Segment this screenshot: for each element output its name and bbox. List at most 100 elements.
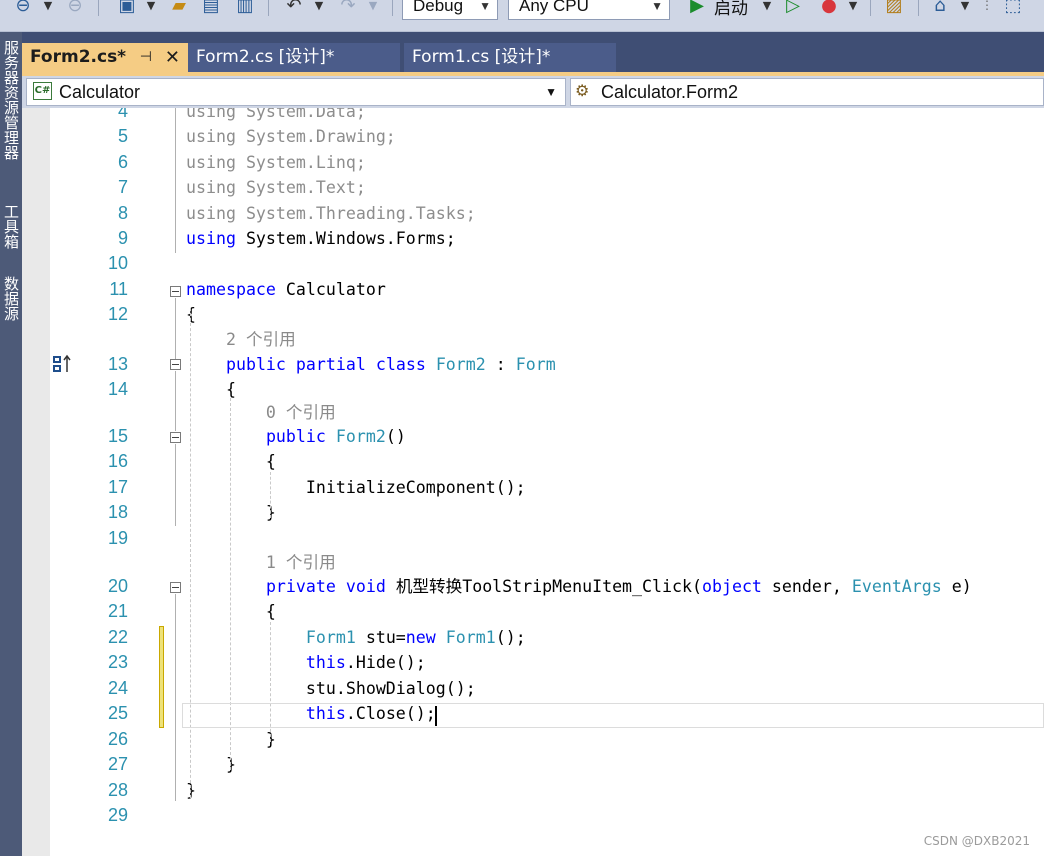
- code-text: {: [186, 377, 236, 402]
- collapse-constructor-icon[interactable]: [170, 432, 181, 443]
- back-dropdown-icon[interactable]: ▼: [40, 0, 56, 18]
- line-number: 8: [117, 203, 128, 223]
- code-token: using System.Linq;: [186, 153, 366, 172]
- redo-icon[interactable]: ↷: [334, 0, 362, 18]
- code-text: using System.Threading.Tasks;: [186, 201, 476, 226]
- hot-reload-dropdown-icon[interactable]: ▼: [846, 0, 860, 18]
- start-button-label[interactable]: 启动: [714, 0, 748, 19]
- code-text: {: [186, 302, 196, 327]
- tab-label: Form2.cs*: [30, 47, 127, 67]
- overflow-dropdown-icon[interactable]: ▼: [958, 0, 972, 18]
- line-number: 22: [107, 627, 128, 647]
- line-number: 4: [117, 108, 128, 121]
- type-token: EventArgs: [851, 577, 942, 596]
- type-token: Form2: [435, 355, 486, 374]
- save-all-icon[interactable]: ▥: [232, 0, 258, 18]
- keyword-token: object: [701, 577, 762, 596]
- line-number: 9: [117, 228, 128, 248]
- keyword-token: public: [265, 427, 326, 446]
- csharp-project-icon: C#: [33, 82, 52, 100]
- platform-select[interactable]: Any CPU ▼: [508, 0, 670, 20]
- feedback-icon[interactable]: ⬚: [1000, 0, 1026, 18]
- data-sources-tab[interactable]: 数据源: [0, 276, 22, 336]
- type-value: Calculator.Form2: [601, 82, 739, 102]
- new-project-icon[interactable]: ▣: [112, 0, 142, 18]
- server-explorer-tab[interactable]: 服务器资源管理器: [0, 40, 22, 190]
- undo-icon[interactable]: ↶: [280, 0, 308, 18]
- line-number: 20: [107, 576, 128, 596]
- reference-count[interactable]: 0 个引用: [186, 403, 336, 422]
- keyword-token: public: [225, 355, 286, 374]
- open-folder-icon[interactable]: ▰: [166, 0, 192, 18]
- inheritance-icon[interactable]: [52, 354, 74, 374]
- code-token: 机型转换ToolStripMenuItem_Click(: [385, 577, 702, 596]
- start-without-debug-icon[interactable]: ▷: [780, 0, 806, 18]
- code-text: }: [186, 752, 236, 777]
- start-play-icon[interactable]: ▶: [686, 0, 708, 18]
- code-token: using System.Threading.Tasks;: [186, 204, 476, 223]
- line-number: 11: [109, 279, 128, 299]
- undo-dropdown-icon[interactable]: ▼: [312, 0, 326, 18]
- code-token: {: [186, 305, 196, 324]
- reference-count[interactable]: 1 个引用: [186, 553, 336, 572]
- type-token: Form1: [305, 628, 356, 647]
- collapse-class-icon[interactable]: [170, 359, 181, 370]
- line-number: 24: [107, 678, 128, 698]
- code-text: }: [186, 778, 196, 803]
- line-number: 21: [107, 601, 128, 621]
- type-select[interactable]: ⚙ Calculator.Form2: [570, 78, 1044, 106]
- outline-line: [175, 108, 176, 253]
- browse-icon[interactable]: ▨: [880, 0, 908, 18]
- pin-icon[interactable]: ⊣: [140, 43, 152, 72]
- line-number: 13: [107, 354, 128, 374]
- solution-config-select[interactable]: Debug ▼: [402, 0, 498, 20]
- collapse-namespace-icon[interactable]: [170, 286, 181, 297]
- code-token: Calculator: [275, 280, 386, 299]
- reference-count-line[interactable]: 1 个引用: [22, 550, 1044, 575]
- keyword-token: namespace: [186, 280, 276, 299]
- code-token: System.Windows.Forms;: [235, 229, 456, 248]
- chevron-down-icon: ▼: [651, 0, 663, 13]
- tab-form2-design[interactable]: Form2.cs [设计]*: [188, 43, 400, 72]
- code-text: public Form2(): [186, 424, 406, 449]
- forward-icon[interactable]: ⊖: [62, 0, 88, 18]
- save-icon[interactable]: ▤: [198, 0, 224, 18]
- line-number: 6: [117, 152, 128, 172]
- navigation-bar: C# Calculator ▼ ⚙ Calculator.Form2: [22, 76, 1044, 108]
- close-icon[interactable]: ✕: [165, 43, 180, 72]
- tab-form1-design[interactable]: Form1.cs [设计]*: [404, 43, 616, 72]
- project-select[interactable]: C# Calculator ▼: [26, 78, 566, 106]
- toolbar-separator: [392, 0, 393, 16]
- toolbar-separator: [870, 0, 871, 16]
- text-caret: [435, 706, 437, 726]
- redo-dropdown-icon[interactable]: ▼: [366, 0, 380, 18]
- hot-reload-icon[interactable]: ●: [816, 0, 842, 18]
- code-token: sender,: [761, 577, 852, 596]
- tab-form2-cs[interactable]: Form2.cs* ⊣ ✕: [22, 43, 188, 72]
- solution-config-value: Debug: [413, 0, 464, 15]
- code-text: using System.Windows.Forms;: [186, 226, 456, 251]
- reference-count[interactable]: 2 个引用: [186, 330, 296, 349]
- back-icon[interactable]: ⊖: [8, 0, 38, 18]
- code-text: 2 个引用: [186, 327, 296, 352]
- code-line[interactable]: 19: [22, 526, 1044, 551]
- line-number: 26: [107, 729, 128, 749]
- code-line[interactable]: 29: [22, 803, 1044, 828]
- code-text: using System.Linq;: [186, 150, 366, 175]
- toolbox-tab[interactable]: 工具箱: [0, 204, 22, 264]
- line-number: 29: [107, 805, 128, 825]
- start-dropdown-icon[interactable]: ▼: [760, 0, 774, 18]
- collapse-method-icon[interactable]: [170, 582, 181, 593]
- new-dropdown-icon[interactable]: ▼: [144, 0, 158, 18]
- code-token: }: [186, 755, 236, 774]
- line-number: 10: [107, 253, 128, 273]
- platform-value: Any CPU: [519, 0, 589, 15]
- home-icon[interactable]: ⌂: [928, 0, 952, 18]
- code-editor[interactable]: 4 using System.Data; 5 using System.Drawing…: [22, 108, 1044, 856]
- code-line[interactable]: 10: [22, 251, 1044, 276]
